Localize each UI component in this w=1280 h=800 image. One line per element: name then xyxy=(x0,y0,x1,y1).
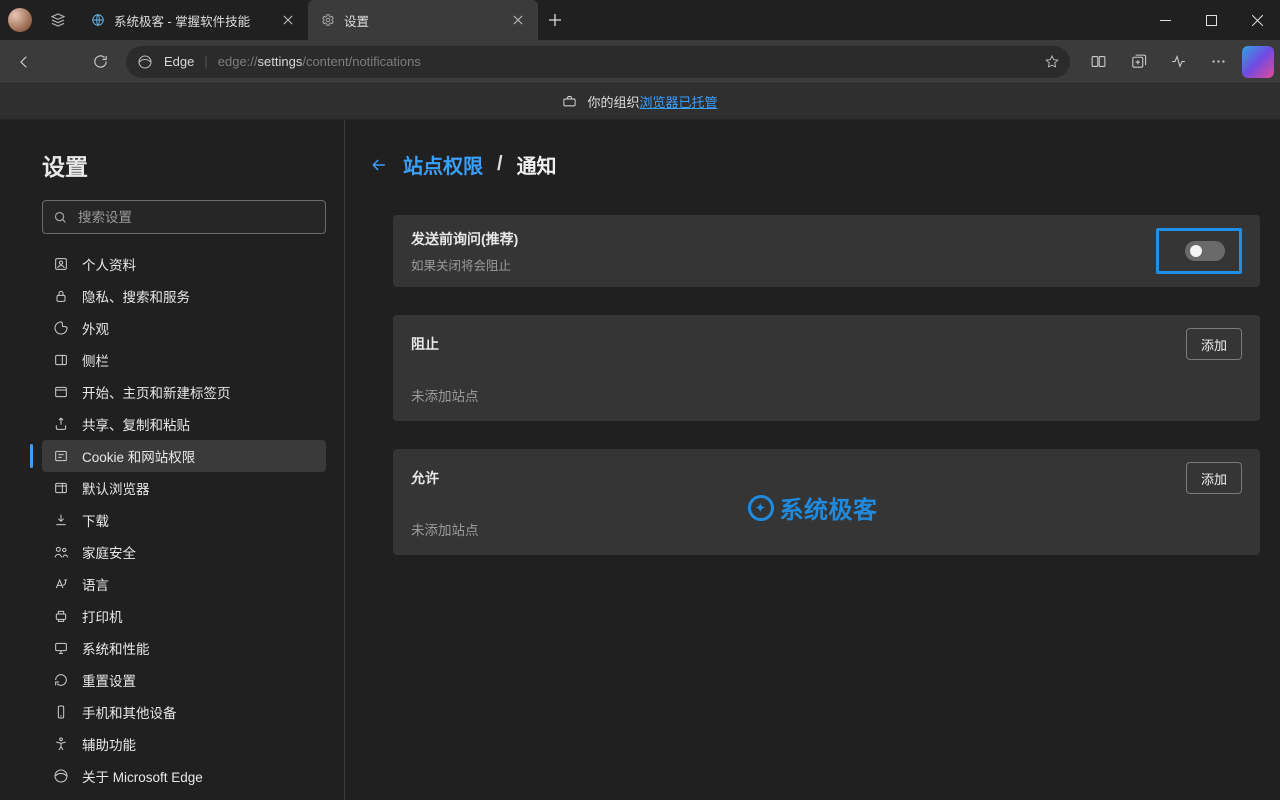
reset-icon xyxy=(52,671,70,689)
collections-icon[interactable] xyxy=(1118,46,1158,78)
content-area: 设置 个人资料 隐私、搜索和服务 外观 侧栏 开始、主页和新建标签页 共享、复制… xyxy=(0,120,1280,800)
nav-start[interactable]: 开始、主页和新建标签页 xyxy=(42,376,326,408)
highlight-frame xyxy=(1156,228,1242,274)
nav-reset[interactable]: 重置设置 xyxy=(42,664,326,696)
edge-logo-icon xyxy=(52,767,70,785)
back-button[interactable] xyxy=(6,46,42,78)
nav-family[interactable]: 家庭安全 xyxy=(42,536,326,568)
tab-title: 设置 xyxy=(344,11,502,30)
nav-appearance[interactable]: 外观 xyxy=(42,312,326,344)
edge-icon xyxy=(136,53,154,71)
favorite-icon[interactable] xyxy=(1044,54,1060,70)
toolbar-right xyxy=(1078,46,1274,78)
close-icon[interactable] xyxy=(510,12,526,28)
nav-privacy[interactable]: 隐私、搜索和服务 xyxy=(42,280,326,312)
card-title: 发送前询问(推荐) xyxy=(411,229,518,249)
close-icon[interactable] xyxy=(280,12,296,28)
lock-icon xyxy=(52,287,70,305)
profile-icon xyxy=(52,255,70,273)
briefcase-icon xyxy=(562,94,577,109)
settings-nav: 个人资料 隐私、搜索和服务 外观 侧栏 开始、主页和新建标签页 共享、复制和粘贴… xyxy=(42,248,326,792)
permissions-icon xyxy=(52,447,70,465)
titlebar: 系统极客 - 掌握软件技能 设置 xyxy=(0,0,1280,40)
sidebar-icon xyxy=(52,351,70,369)
nav-system[interactable]: 系统和性能 xyxy=(42,632,326,664)
settings-sidebar: 设置 个人资料 隐私、搜索和服务 外观 侧栏 开始、主页和新建标签页 共享、复制… xyxy=(0,120,345,800)
card-allow: 允许 添加 未添加站点 xyxy=(393,449,1260,555)
toolbar: Edge | edge://settings/content/notificat… xyxy=(0,40,1280,84)
nav-phone[interactable]: 手机和其他设备 xyxy=(42,696,326,728)
search-input[interactable] xyxy=(78,210,315,225)
nav-sidebar[interactable]: 侧栏 xyxy=(42,344,326,376)
breadcrumb-parent[interactable]: 站点权限 xyxy=(403,150,483,179)
card-subtitle: 如果关闭将会阻止 xyxy=(411,255,518,274)
close-window-button[interactable] xyxy=(1234,0,1280,40)
page-title: 设置 xyxy=(42,148,326,182)
printer-icon xyxy=(52,607,70,625)
copilot-icon[interactable] xyxy=(1242,46,1274,78)
managed-link[interactable]: 浏览器已托管 xyxy=(640,95,718,110)
tab-2[interactable]: 设置 xyxy=(308,0,538,40)
download-icon xyxy=(52,511,70,529)
card-title: 允许 xyxy=(411,468,439,488)
search-icon xyxy=(53,210,68,225)
nav-default-browser[interactable]: 默认浏览器 xyxy=(42,472,326,504)
nav-about[interactable]: 关于 Microsoft Edge xyxy=(42,760,326,792)
add-block-button[interactable]: 添加 xyxy=(1186,328,1242,360)
breadcrumb: 站点权限 / 通知 xyxy=(369,150,1260,179)
globe-icon xyxy=(90,12,106,28)
share-icon xyxy=(52,415,70,433)
main-panel: 站点权限 / 通知 发送前询问(推荐) 如果关闭将会阻止 阻止 添加 未添加站 xyxy=(345,120,1280,800)
tab-title: 系统极客 - 掌握软件技能 xyxy=(114,11,272,30)
tab-strip: 系统极客 - 掌握软件技能 设置 xyxy=(78,0,1142,40)
refresh-button[interactable] xyxy=(82,46,118,78)
card-ask-before: 发送前询问(推荐) 如果关闭将会阻止 xyxy=(393,215,1260,287)
profile-avatar[interactable] xyxy=(8,8,32,32)
ask-toggle[interactable] xyxy=(1185,241,1225,261)
breadcrumb-current: 通知 xyxy=(517,150,557,179)
gear-icon xyxy=(320,12,336,28)
phone-icon xyxy=(52,703,70,721)
forward-button xyxy=(44,46,80,78)
address-bar[interactable]: Edge | edge://settings/content/notificat… xyxy=(126,46,1070,78)
workspaces-icon[interactable] xyxy=(38,0,78,40)
nav-share[interactable]: 共享、复制和粘贴 xyxy=(42,408,326,440)
card-block: 阻止 添加 未添加站点 xyxy=(393,315,1260,421)
nav-downloads[interactable]: 下载 xyxy=(42,504,326,536)
split-screen-icon[interactable] xyxy=(1078,46,1118,78)
accessibility-icon xyxy=(52,735,70,753)
card-title: 阻止 xyxy=(411,334,439,354)
nav-profiles[interactable]: 个人资料 xyxy=(42,248,326,280)
window-icon xyxy=(52,383,70,401)
engine-label: Edge xyxy=(164,54,194,69)
nav-cookies[interactable]: Cookie 和网站权限 xyxy=(42,440,326,472)
url-text: edge://settings/content/notifications xyxy=(218,54,1034,69)
settings-search[interactable] xyxy=(42,200,326,234)
tab-1[interactable]: 系统极客 - 掌握软件技能 xyxy=(78,0,308,40)
add-allow-button[interactable]: 添加 xyxy=(1186,462,1242,494)
new-tab-button[interactable] xyxy=(538,0,572,40)
language-icon xyxy=(52,575,70,593)
browser-icon xyxy=(52,479,70,497)
appearance-icon xyxy=(52,319,70,337)
maximize-button[interactable] xyxy=(1188,0,1234,40)
system-icon xyxy=(52,639,70,657)
window-controls xyxy=(1142,0,1280,40)
nav-printers[interactable]: 打印机 xyxy=(42,600,326,632)
allow-empty: 未添加站点 xyxy=(393,507,1260,555)
more-icon[interactable] xyxy=(1198,46,1238,78)
family-icon xyxy=(52,543,70,561)
managed-banner: 你的组织浏览器已托管 xyxy=(0,84,1280,120)
breadcrumb-back-icon[interactable] xyxy=(369,155,389,175)
nav-accessibility[interactable]: 辅助功能 xyxy=(42,728,326,760)
breadcrumb-sep: / xyxy=(497,153,503,176)
block-empty: 未添加站点 xyxy=(393,373,1260,421)
performance-icon[interactable] xyxy=(1158,46,1198,78)
nav-languages[interactable]: 语言 xyxy=(42,568,326,600)
minimize-button[interactable] xyxy=(1142,0,1188,40)
